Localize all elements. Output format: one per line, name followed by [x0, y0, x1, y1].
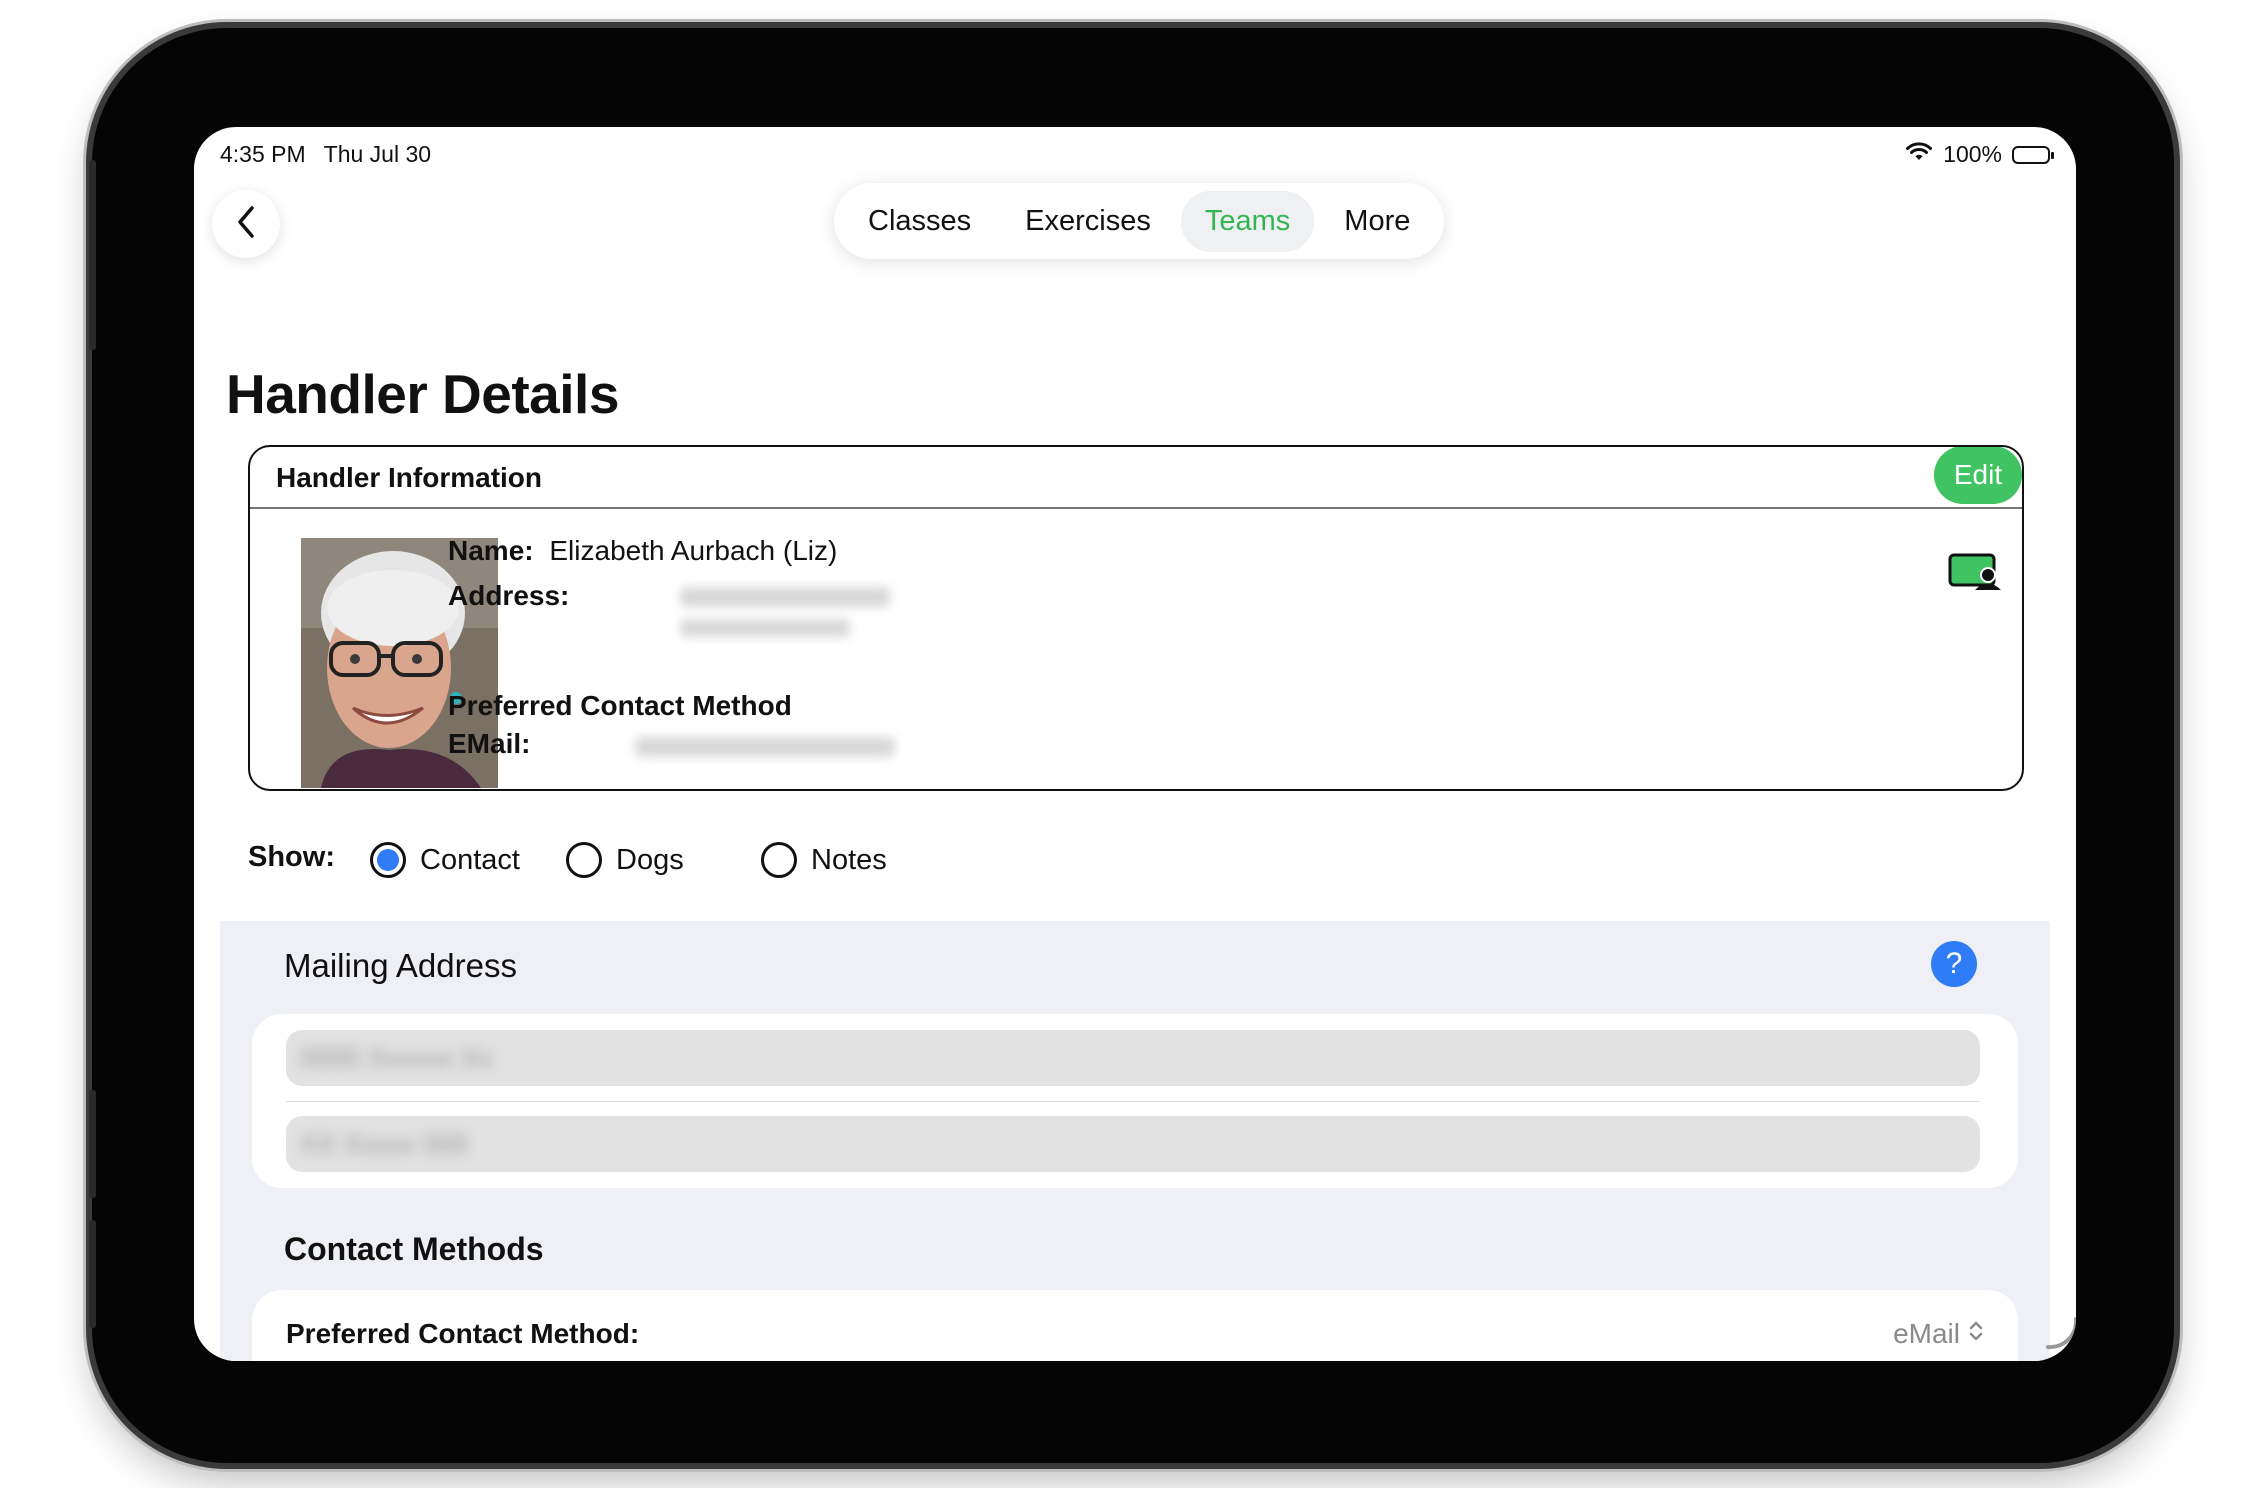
show-label: Show: — [248, 841, 335, 873]
picker-value: eMail — [1893, 1318, 1960, 1349]
address-line-2-field[interactable]: XX Xxxxx 000 — [286, 1116, 1980, 1172]
contact-methods-title: Contact Methods — [284, 1231, 544, 1267]
name-row: Name: Elizabeth Aurbach (Liz) — [448, 535, 837, 567]
status-time: 4:35 PM — [220, 141, 306, 167]
radio-button — [761, 842, 797, 878]
radio-button — [370, 842, 406, 878]
status-date: Thu Jul 30 — [323, 141, 432, 167]
top-tab-bar: Classes Exercises Teams More — [834, 183, 1445, 259]
radio-label: Contact — [420, 843, 520, 876]
volume-button — [89, 1220, 96, 1328]
preferred-contact-method-label: Preferred Contact Method: — [286, 1318, 640, 1349]
volume-button — [89, 1090, 96, 1198]
radio-notes[interactable]: Notes — [761, 835, 887, 885]
tab-teams[interactable]: Teams — [1180, 190, 1315, 252]
page-title: Handler Details — [226, 363, 619, 425]
battery-percent: 100% — [1943, 141, 2002, 167]
mailing-address-group: 0000 Xxxxxx Xx XX Xxxxx 000 — [252, 1014, 2018, 1188]
email-redacted — [635, 737, 895, 757]
preferred-contact-method-picker[interactable]: eMail — [1893, 1318, 1984, 1350]
tab-more[interactable]: More — [1320, 191, 1434, 252]
radio-dogs[interactable]: Dogs — [566, 835, 684, 885]
chevron-up-down-icon — [1968, 1318, 1984, 1350]
status-bar-left: 4:35 PM Thu Jul 30 — [220, 141, 431, 168]
radio-label: Notes — [811, 843, 887, 876]
handler-info-card: Handler Information Edit Name: Elizabeth… — [248, 445, 2024, 791]
contact-card-icon[interactable] — [1948, 553, 2002, 596]
name-value: Elizabeth Aurbach (Liz) — [549, 535, 838, 566]
contact-methods-group: Preferred Contact Method: eMail — [252, 1290, 2018, 1361]
email-row: EMail: — [448, 728, 530, 760]
card-header: Handler Information Edit — [250, 447, 2022, 509]
divider — [286, 1101, 1980, 1102]
preferred-contact-row: Preferred Contact Method — [448, 690, 792, 722]
edit-button[interactable]: Edit — [1934, 447, 2022, 504]
volume-button — [89, 160, 96, 350]
radio-label: Dogs — [616, 843, 684, 876]
status-bar-right: 100% — [1905, 141, 2054, 168]
wifi-icon — [1905, 141, 1933, 168]
screen: 4:35 PM Thu Jul 30 100% Classes Exercise… — [194, 127, 2076, 1361]
card-title: Handler Information — [276, 462, 543, 493]
preferred-contact-label: Preferred Contact Method — [448, 690, 792, 721]
scroll-indicator-icon — [2042, 1313, 2076, 1358]
radio-button — [566, 842, 602, 878]
radio-contact[interactable]: Contact — [370, 835, 520, 885]
address-row: Address: — [448, 580, 569, 612]
mailing-address-title: Mailing Address — [284, 947, 517, 984]
address-label: Address: — [448, 580, 570, 611]
address-line-1-field[interactable]: 0000 Xxxxxx Xx — [286, 1030, 1980, 1086]
chevron-left-icon — [234, 204, 258, 245]
email-label: EMail: — [448, 728, 531, 759]
address-redacted — [680, 619, 850, 637]
address-redacted — [680, 587, 890, 607]
help-button[interactable]: ? — [1931, 941, 1977, 987]
name-label: Name: — [448, 535, 534, 566]
tab-exercises[interactable]: Exercises — [1001, 191, 1175, 252]
back-button[interactable] — [212, 190, 280, 258]
tab-classes[interactable]: Classes — [844, 191, 995, 252]
battery-icon — [2012, 145, 2054, 164]
